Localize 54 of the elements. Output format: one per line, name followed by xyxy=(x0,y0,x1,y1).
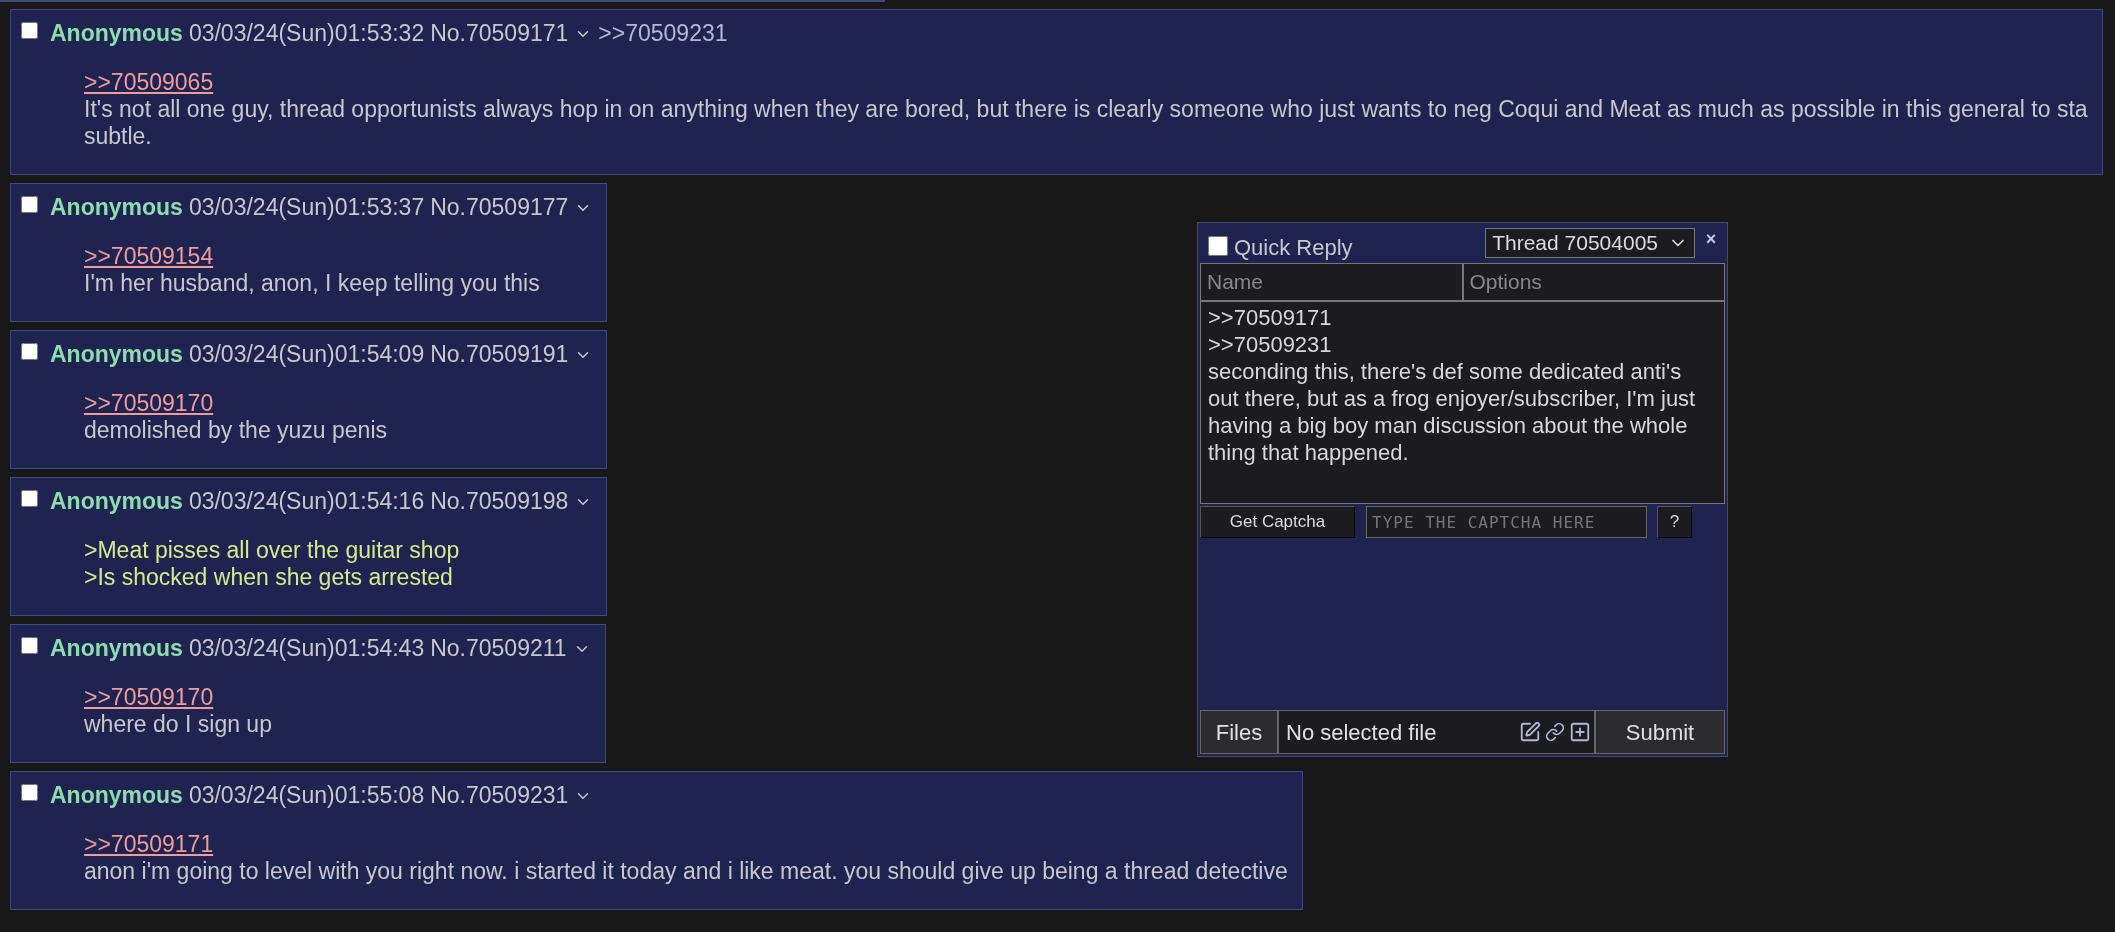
quick-reply-title: Quick Reply xyxy=(1234,233,1353,262)
link-icon[interactable] xyxy=(1545,722,1565,742)
post-checkbox[interactable] xyxy=(21,22,38,39)
post-datetime: 03/03/24(Sun)01:54:43 xyxy=(188,635,425,662)
quote-link[interactable]: >>70509171 xyxy=(84,831,214,857)
post-checkbox[interactable] xyxy=(21,343,38,360)
get-captcha-button[interactable]: Get Captcha xyxy=(1200,506,1355,538)
files-button[interactable]: Files xyxy=(1200,710,1278,754)
post-datetime: 03/03/24(Sun)01:53:37 xyxy=(188,194,425,221)
options-field[interactable]: Options xyxy=(1462,263,1725,301)
post-number[interactable]: No.70509211 xyxy=(430,635,567,662)
poster-name: Anonymous xyxy=(50,20,183,47)
quote-link[interactable]: >>70509170 xyxy=(84,390,214,416)
captcha-field[interactable]: TYPE THE CAPTCHA HERE xyxy=(1366,506,1647,538)
comment-field[interactable]: >>70509171 >>70509231 seconding this, there's def some dedicated anti's out there, but as a frog enjoyer/subscriber, I'm just having a big boy man discussion about the whole thing that happened. xyxy=(1200,301,1725,504)
edit-icon[interactable] xyxy=(1519,721,1541,743)
poster-name: Anonymous xyxy=(50,488,183,515)
post-number[interactable]: No.70509171 xyxy=(430,20,569,47)
post-datetime: 03/03/24(Sun)01:54:16 xyxy=(188,488,425,515)
poster-name: Anonymous xyxy=(50,194,183,221)
add-icon[interactable] xyxy=(1569,721,1591,743)
post-text: where do I sign up xyxy=(84,711,273,738)
post-text: I'm her husband, anon, I keep telling you this xyxy=(84,270,541,297)
post-number[interactable]: No.70509231 xyxy=(430,782,569,809)
post-text: anon i'm going to level with you right now. i started it today and i like meat. you should give up being a thread detective xyxy=(84,858,1288,885)
submit-button[interactable]: Submit xyxy=(1595,710,1725,754)
greentext-line: >Is shocked when she gets arrested xyxy=(84,564,454,591)
post-checkbox[interactable] xyxy=(21,490,38,507)
file-status-text: No selected file xyxy=(1286,718,1437,747)
post-datetime: 03/03/24(Sun)01:55:08 xyxy=(188,782,425,809)
post-number[interactable]: No.70509191 xyxy=(430,341,569,368)
post-datetime: 03/03/24(Sun)01:53:32 xyxy=(188,20,425,47)
thread-select[interactable]: Thread 70504005 xyxy=(1485,228,1695,258)
poster-name: Anonymous xyxy=(50,341,183,368)
post-checkbox[interactable] xyxy=(21,784,38,801)
poster-name: Anonymous xyxy=(50,635,183,662)
greentext-line: >Meat pisses all over the guitar shop xyxy=(84,537,461,564)
quick-reply-checkbox[interactable] xyxy=(1208,236,1228,256)
captcha-help-button[interactable]: ? xyxy=(1657,506,1692,538)
post-text: subtle. xyxy=(84,123,153,150)
quote-link[interactable]: >>70509065 xyxy=(84,69,214,95)
backlink[interactable]: >>70509231 xyxy=(598,20,728,47)
close-button[interactable]: × xyxy=(1701,230,1721,248)
post-text: demolished by the yuzu penis xyxy=(84,417,389,444)
quote-link[interactable]: >>70509154 xyxy=(84,243,214,269)
post-datetime: 03/03/24(Sun)01:54:09 xyxy=(188,341,425,368)
post-number[interactable]: No.70509198 xyxy=(430,488,569,515)
name-field[interactable]: Name xyxy=(1200,263,1463,301)
post-checkbox[interactable] xyxy=(21,637,38,654)
quote-link[interactable]: >>70509170 xyxy=(84,684,214,710)
post-number[interactable]: No.70509177 xyxy=(430,194,569,221)
poster-name: Anonymous xyxy=(50,782,183,809)
post-text: It's not all one guy, thread opportunists always hop in on anything when they are bored, but there is clearly someone who just wants to neg Coqui and Meat as much as possible in this general to sta xyxy=(84,96,2088,123)
post-checkbox[interactable] xyxy=(21,196,38,213)
